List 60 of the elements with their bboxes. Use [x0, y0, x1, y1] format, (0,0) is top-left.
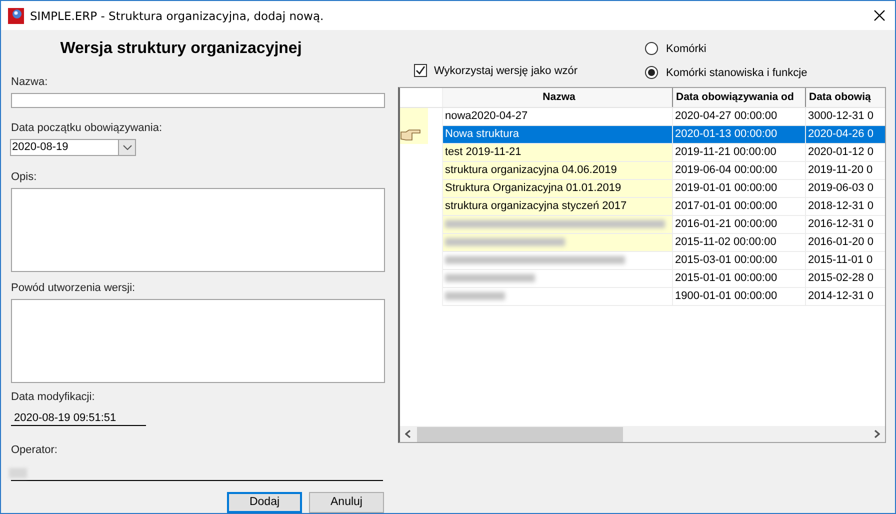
table-cell: 2014-12-31 0 [808, 290, 874, 302]
table-cell: Nowa struktura [445, 128, 519, 140]
reason-field[interactable] [11, 299, 385, 384]
name-field[interactable] [11, 93, 385, 108]
table-cell: 2020-01-13 00:00:00 [675, 128, 778, 140]
scroll-left-icon[interactable] [405, 430, 411, 438]
table-cell: 3000-12-31 0 [808, 110, 874, 122]
table-cell: Struktura Organizacyjna 01.01.2019 [445, 182, 622, 194]
dialog-button[interactable]: Anuluj [309, 492, 384, 513]
table-cell: 2015-11-02 00:00:00 [675, 236, 776, 248]
field-label: Operator: [11, 444, 58, 456]
field-label: Nazwa: [11, 76, 49, 88]
field-label: Data modyfikacji: [11, 391, 96, 404]
checkbox-label: Wykorzystaj wersję jako wzór [434, 64, 578, 76]
radio-button[interactable] [645, 66, 658, 79]
window-title: SIMPLE.ERP - Struktura organizacyjna, dodaj nową. [30, 8, 324, 22]
table-cell: nowa2020-04-27 [445, 110, 528, 122]
table-cell: 2020-04-26 0 [808, 128, 874, 140]
table-cell: 2016-01-20 0 [808, 236, 874, 248]
modified-date-value: 2020-08-19 09:51:51 [11, 411, 146, 426]
table-cell: struktura organizacyjna styczeń 2017 [445, 200, 627, 212]
table-cell: 2019-11-20 0 [808, 164, 873, 176]
column-header[interactable]: Data obowiązywania od [673, 88, 806, 107]
checkbox[interactable] [414, 64, 427, 77]
table-cell: 2018-12-31 0 [808, 200, 874, 212]
field-label: Opis: [11, 171, 38, 183]
table-cell: 2019-11-21 00:00:00 [675, 146, 776, 158]
radio-button[interactable] [645, 42, 658, 55]
column-header[interactable]: Data obowią [806, 88, 885, 107]
pointing-hand-icon [400, 129, 422, 141]
radio-label: Komórki [666, 42, 706, 54]
table-cell: 2015-11-01 0 [808, 254, 873, 266]
radio-label: Komórki stanowiska i funkcje [666, 66, 808, 78]
description-field[interactable] [11, 188, 385, 272]
table-cell: 2019-01-01 00:00:00 [675, 182, 778, 194]
field-label: Data początku obowiązywania: [11, 122, 164, 134]
column-header[interactable]: Nazwa [443, 88, 673, 107]
table-cell: 2019-06-03 0 [808, 182, 874, 194]
app-icon [8, 8, 24, 24]
table-cell: 2015-02-28 0 [808, 272, 874, 284]
dropdown-button[interactable] [118, 139, 136, 156]
table-cell: 1900-01-01 00:00:00 [675, 290, 778, 302]
table-cell: 2015-01-01 00:00:00 [675, 272, 778, 284]
table-cell: test 2019-11-21 [445, 146, 522, 158]
table-cell: 2020-04-27 00:00:00 [675, 110, 778, 122]
table-cell: struktura organizacyjna 04.06.2019 [445, 164, 617, 176]
caret-icon [122, 145, 132, 150]
date-field[interactable]: 2020-08-19 [10, 139, 118, 156]
close-icon[interactable] [874, 10, 885, 21]
table-cell: 2017-01-01 00:00:00 [675, 200, 778, 212]
horizontal-scrollbar[interactable] [400, 426, 885, 442]
table-cell: 2020-01-12 0 [808, 146, 874, 158]
table-cell: 2016-01-21 00:00:00 [675, 218, 778, 230]
dialog-button[interactable]: Dodaj [227, 492, 302, 513]
table-cell: 2016-12-31 0 [808, 218, 874, 230]
scroll-right-icon[interactable] [874, 430, 880, 438]
form-heading: Wersja struktury organizacyjnej [59, 40, 303, 58]
table-cell: 2015-03-01 00:00:00 [675, 254, 778, 266]
table-cell: 2019-06-04 00:00:00 [675, 164, 778, 176]
field-label: Powód utworzenia wersji: [11, 282, 136, 294]
